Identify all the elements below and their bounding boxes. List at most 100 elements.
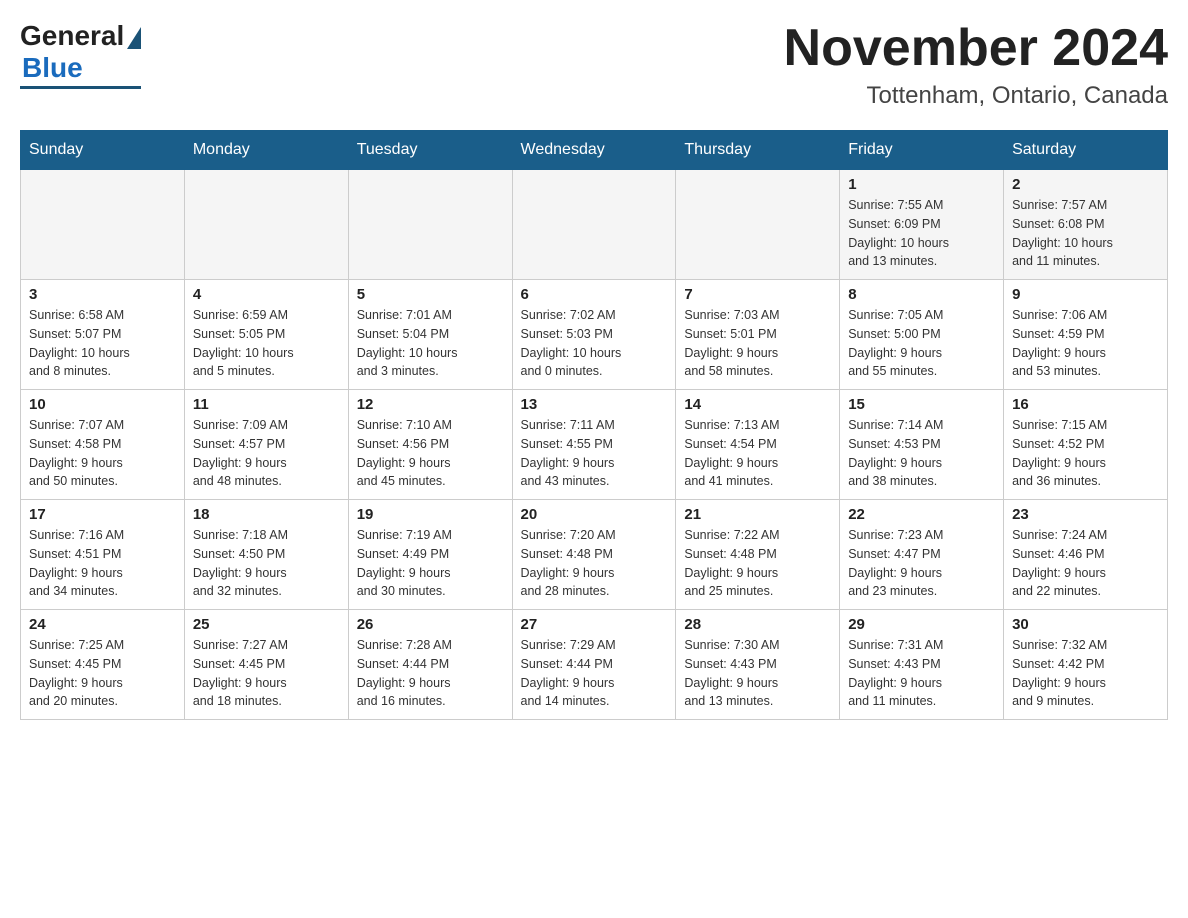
calendar-cell: 8 Sunrise: 7:05 AM Sunset: 5:00 PM Daylig… xyxy=(840,280,1004,390)
day-info: Sunrise: 7:02 AM Sunset: 5:03 PM Dayligh… xyxy=(521,306,668,381)
day-info: Sunrise: 7:22 AM Sunset: 4:48 PM Dayligh… xyxy=(684,526,831,601)
day-info: Sunrise: 7:27 AM Sunset: 4:45 PM Dayligh… xyxy=(193,636,340,711)
calendar-cell: 13Sunrise: 7:11 AM Sunset: 4:55 PM Dayli… xyxy=(512,390,676,500)
day-number: 3 xyxy=(29,286,176,303)
day-number: 22 xyxy=(848,506,995,523)
calendar-cell: 30 Sunrise: 7:32 AM Sunset: 4:42 PM Dayli… xyxy=(1004,610,1168,720)
calendar-cell: 15Sunrise: 7:14 AM Sunset: 4:53 PM Dayli… xyxy=(840,390,1004,500)
day-number: 28 xyxy=(684,616,831,633)
calendar-cell: 22 Sunrise: 7:23 AM Sunset: 4:47 PM Dayli… xyxy=(840,500,1004,610)
calendar-table: SundayMondayTuesdayWednesdayThursdayFrid… xyxy=(20,130,1168,720)
weekday-header-monday: Monday xyxy=(184,131,348,170)
day-info: Sunrise: 7:55 AM Sunset: 6:09 PM Dayligh… xyxy=(848,196,995,271)
calendar-week-1: 1 Sunrise: 7:55 AM Sunset: 6:09 PM Daylig… xyxy=(21,170,1168,280)
calendar-week-4: 17 Sunrise: 7:16 AM Sunset: 4:51 PM Dayli… xyxy=(21,500,1168,610)
day-number: 12 xyxy=(357,396,504,413)
day-number: 8 xyxy=(848,286,995,303)
logo-underline xyxy=(20,86,141,89)
calendar-cell xyxy=(512,170,676,280)
calendar-cell: 3 Sunrise: 6:58 AM Sunset: 5:07 PM Daylig… xyxy=(21,280,185,390)
day-info: Sunrise: 7:20 AM Sunset: 4:48 PM Dayligh… xyxy=(521,526,668,601)
logo: General Blue xyxy=(20,20,141,89)
calendar-cell: 24Sunrise: 7:25 AM Sunset: 4:45 PM Dayli… xyxy=(21,610,185,720)
calendar-cell: 14 Sunrise: 7:13 AM Sunset: 4:54 PM Dayli… xyxy=(676,390,840,500)
day-info: Sunrise: 7:23 AM Sunset: 4:47 PM Dayligh… xyxy=(848,526,995,601)
calendar-cell: 19 Sunrise: 7:19 AM Sunset: 4:49 PM Dayli… xyxy=(348,500,512,610)
calendar-cell: 16 Sunrise: 7:15 AM Sunset: 4:52 PM Dayli… xyxy=(1004,390,1168,500)
day-info: Sunrise: 7:29 AM Sunset: 4:44 PM Dayligh… xyxy=(521,636,668,711)
day-number: 27 xyxy=(521,616,668,633)
calendar-cell: 9 Sunrise: 7:06 AM Sunset: 4:59 PM Daylig… xyxy=(1004,280,1168,390)
weekday-header-wednesday: Wednesday xyxy=(512,131,676,170)
calendar-cell: 27 Sunrise: 7:29 AM Sunset: 4:44 PM Dayli… xyxy=(512,610,676,720)
day-number: 24 xyxy=(29,616,176,633)
day-number: 29 xyxy=(848,616,995,633)
calendar-cell: 10 Sunrise: 7:07 AM Sunset: 4:58 PM Dayli… xyxy=(21,390,185,500)
month-title: November 2024 xyxy=(784,20,1168,77)
calendar-cell: 12Sunrise: 7:10 AM Sunset: 4:56 PM Dayli… xyxy=(348,390,512,500)
day-info: Sunrise: 7:30 AM Sunset: 4:43 PM Dayligh… xyxy=(684,636,831,711)
day-info: Sunrise: 7:16 AM Sunset: 4:51 PM Dayligh… xyxy=(29,526,176,601)
day-info: Sunrise: 7:09 AM Sunset: 4:57 PM Dayligh… xyxy=(193,416,340,491)
day-number: 14 xyxy=(684,396,831,413)
day-number: 20 xyxy=(521,506,668,523)
day-number: 10 xyxy=(29,396,176,413)
weekday-header-thursday: Thursday xyxy=(676,131,840,170)
weekday-header-friday: Friday xyxy=(840,131,1004,170)
calendar-cell: 25 Sunrise: 7:27 AM Sunset: 4:45 PM Dayli… xyxy=(184,610,348,720)
day-info: Sunrise: 6:59 AM Sunset: 5:05 PM Dayligh… xyxy=(193,306,340,381)
day-info: Sunrise: 7:24 AM Sunset: 4:46 PM Dayligh… xyxy=(1012,526,1159,601)
calendar-cell: 1 Sunrise: 7:55 AM Sunset: 6:09 PM Daylig… xyxy=(840,170,1004,280)
logo-triangle-icon xyxy=(127,27,141,49)
calendar-cell: 23 Sunrise: 7:24 AM Sunset: 4:46 PM Dayli… xyxy=(1004,500,1168,610)
calendar-cell: 4 Sunrise: 6:59 AM Sunset: 5:05 PM Daylig… xyxy=(184,280,348,390)
day-info: Sunrise: 7:13 AM Sunset: 4:54 PM Dayligh… xyxy=(684,416,831,491)
day-info: Sunrise: 7:19 AM Sunset: 4:49 PM Dayligh… xyxy=(357,526,504,601)
day-number: 4 xyxy=(193,286,340,303)
day-number: 26 xyxy=(357,616,504,633)
day-number: 2 xyxy=(1012,176,1159,193)
day-info: Sunrise: 7:18 AM Sunset: 4:50 PM Dayligh… xyxy=(193,526,340,601)
logo-blue-text: Blue xyxy=(22,52,83,84)
day-info: Sunrise: 7:06 AM Sunset: 4:59 PM Dayligh… xyxy=(1012,306,1159,381)
day-number: 1 xyxy=(848,176,995,193)
day-info: Sunrise: 7:57 AM Sunset: 6:08 PM Dayligh… xyxy=(1012,196,1159,271)
calendar-cell xyxy=(184,170,348,280)
calendar-cell: 21 Sunrise: 7:22 AM Sunset: 4:48 PM Dayli… xyxy=(676,500,840,610)
day-info: Sunrise: 7:05 AM Sunset: 5:00 PM Dayligh… xyxy=(848,306,995,381)
day-number: 9 xyxy=(1012,286,1159,303)
day-number: 15 xyxy=(848,396,995,413)
day-info: Sunrise: 7:11 AM Sunset: 4:55 PM Dayligh… xyxy=(521,416,668,491)
calendar-cell xyxy=(348,170,512,280)
weekday-header-tuesday: Tuesday xyxy=(348,131,512,170)
day-number: 21 xyxy=(684,506,831,523)
day-number: 6 xyxy=(521,286,668,303)
day-number: 11 xyxy=(193,396,340,413)
calendar-week-3: 10 Sunrise: 7:07 AM Sunset: 4:58 PM Dayli… xyxy=(21,390,1168,500)
location-title: Tottenham, Ontario, Canada xyxy=(784,82,1168,110)
day-number: 30 xyxy=(1012,616,1159,633)
day-number: 17 xyxy=(29,506,176,523)
day-info: Sunrise: 7:07 AM Sunset: 4:58 PM Dayligh… xyxy=(29,416,176,491)
day-number: 5 xyxy=(357,286,504,303)
day-number: 23 xyxy=(1012,506,1159,523)
day-info: Sunrise: 7:15 AM Sunset: 4:52 PM Dayligh… xyxy=(1012,416,1159,491)
day-info: Sunrise: 6:58 AM Sunset: 5:07 PM Dayligh… xyxy=(29,306,176,381)
weekday-header-sunday: Sunday xyxy=(21,131,185,170)
day-info: Sunrise: 7:32 AM Sunset: 4:42 PM Dayligh… xyxy=(1012,636,1159,711)
calendar-cell: 18 Sunrise: 7:18 AM Sunset: 4:50 PM Dayli… xyxy=(184,500,348,610)
calendar-cell: 20 Sunrise: 7:20 AM Sunset: 4:48 PM Dayli… xyxy=(512,500,676,610)
calendar-cell: 7Sunrise: 7:03 AM Sunset: 5:01 PM Daylig… xyxy=(676,280,840,390)
calendar-cell: 6 Sunrise: 7:02 AM Sunset: 5:03 PM Daylig… xyxy=(512,280,676,390)
calendar-cell: 11 Sunrise: 7:09 AM Sunset: 4:57 PM Dayli… xyxy=(184,390,348,500)
day-number: 19 xyxy=(357,506,504,523)
weekday-header-saturday: Saturday xyxy=(1004,131,1168,170)
title-area: November 2024 Tottenham, Ontario, Canada xyxy=(784,20,1168,110)
day-number: 18 xyxy=(193,506,340,523)
day-info: Sunrise: 7:31 AM Sunset: 4:43 PM Dayligh… xyxy=(848,636,995,711)
logo-general-text: General xyxy=(20,20,124,52)
day-number: 25 xyxy=(193,616,340,633)
calendar-cell xyxy=(21,170,185,280)
calendar-cell: 29 Sunrise: 7:31 AM Sunset: 4:43 PM Dayli… xyxy=(840,610,1004,720)
day-number: 16 xyxy=(1012,396,1159,413)
